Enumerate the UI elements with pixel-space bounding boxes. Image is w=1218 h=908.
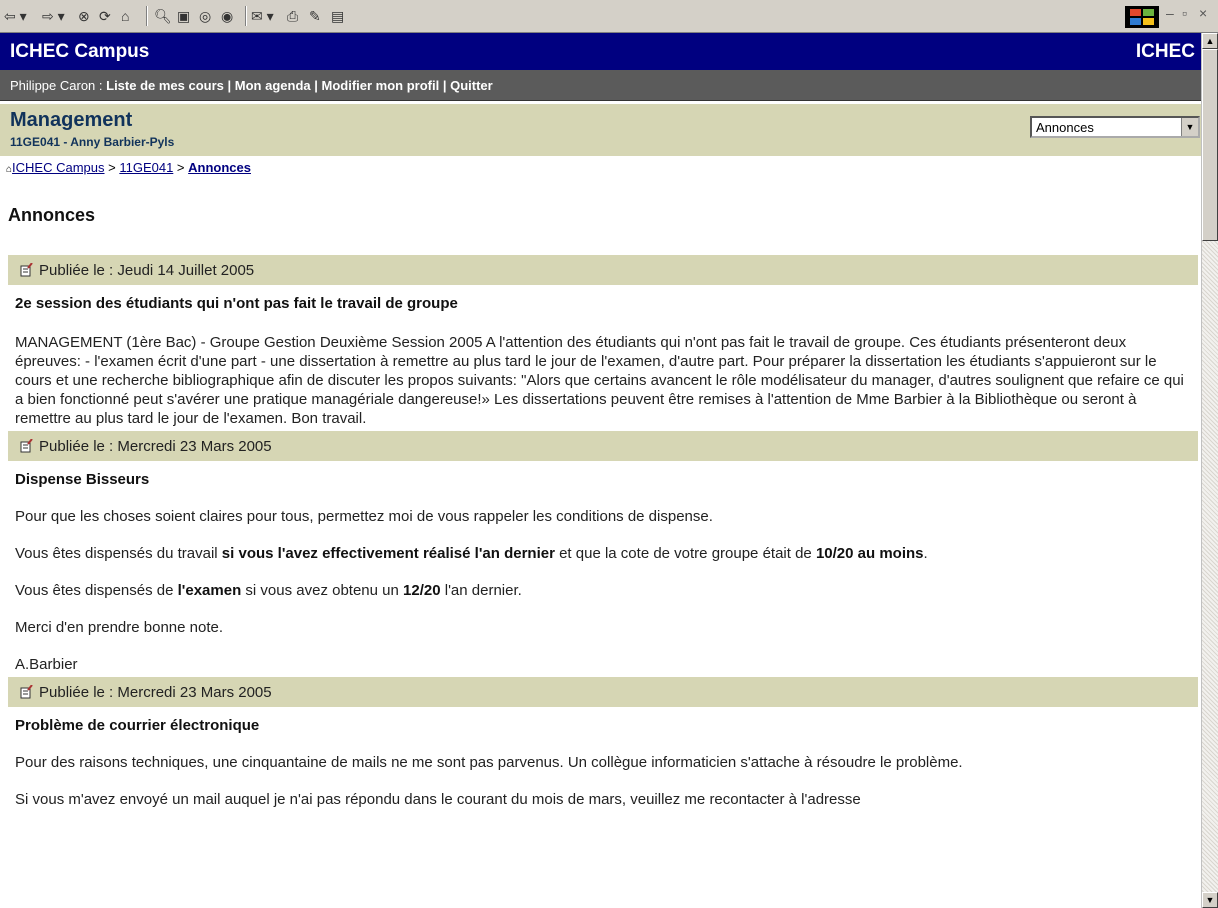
print-icon[interactable]: ⎙: [287, 6, 298, 26]
edit-icon[interactable]: ✎: [309, 6, 321, 26]
announcements-list: Publiée le : Jeudi 14 Juillet 2005 2e se…: [8, 255, 1198, 809]
close-icon[interactable]: ×: [1199, 5, 1207, 21]
announcement-paragraph: Merci d'en prendre bonne note.: [15, 619, 224, 636]
separator: |: [439, 78, 451, 93]
search-icon[interactable]: 🔍︎: [154, 6, 172, 26]
link-logout[interactable]: Quitter: [450, 78, 493, 93]
mail-icon[interactable]: ✉ ▾: [251, 6, 274, 26]
course-bar: Management 11GE041 - Anny Barbier-Pyls A…: [0, 104, 1201, 156]
announcement-body: Pour que les choses soient claires pour …: [8, 507, 1198, 674]
scroll-down-icon[interactable]: ▼: [1202, 892, 1218, 908]
emphasis: 10/20 au moins: [815, 545, 924, 562]
announcement: Publiée le : Mercredi 23 Mars 2005 Probl…: [8, 677, 1198, 809]
announcement-paragraph: MANAGEMENT (1ère Bac) - Groupe Gestion D…: [15, 334, 1184, 427]
browser-toolbar: ⇦ ▾ ⇨ ▾ ⊗ ⟳ ⌂ 🔍︎ ▣ ◎ ◉ ✉ ▾ ⎙ ✎ ▤ – ▫ ×: [0, 0, 1218, 33]
announcement-body: MANAGEMENT (1ère Bac) - Groupe Gestion D…: [8, 333, 1198, 428]
link-agenda[interactable]: Mon agenda: [235, 78, 311, 93]
vertical-scrollbar[interactable]: ▲ ▼: [1201, 33, 1218, 908]
link-course-list[interactable]: Liste de mes cours: [106, 78, 224, 93]
course-title: Management: [10, 109, 133, 131]
announcement-paragraph: Vous êtes dispensés du travail si vous l…: [15, 544, 1191, 563]
brand-label: ICHEC: [1135, 41, 1195, 62]
breadcrumb-separator: >: [173, 160, 189, 175]
announcement-date: Publiée le : Mercredi 23 Mars 2005: [39, 437, 272, 455]
announcement: Publiée le : Mercredi 23 Mars 2005 Dispe…: [8, 431, 1198, 674]
separator: |: [310, 78, 322, 93]
emphasis: 12/20: [403, 582, 441, 599]
announcement-title: 2e session des étudiants qui n'ont pas f…: [15, 295, 458, 312]
announcement-date: Publiée le : Mercredi 23 Mars 2005: [39, 683, 272, 701]
stop-icon[interactable]: ⊗: [78, 6, 90, 26]
text: Vous êtes dispensés du travail: [15, 545, 222, 562]
scrollbar-thumb[interactable]: [1202, 49, 1218, 241]
edit-note-icon: [20, 438, 33, 453]
site-header: ICHEC Campus ICHEC: [0, 33, 1201, 70]
history-icon[interactable]: ◎: [199, 6, 211, 26]
user-bar: Philippe Caron : Liste de mes cours | Mo…: [0, 70, 1201, 101]
announcement-date-bar: Publiée le : Jeudi 14 Juillet 2005: [8, 255, 1198, 285]
windows-logo-icon: [1125, 6, 1159, 28]
breadcrumb-course[interactable]: 11GE041: [119, 160, 173, 175]
scroll-up-icon[interactable]: ▲: [1202, 33, 1218, 49]
favorites-icon[interactable]: ▣: [177, 6, 190, 26]
announcement-date-bar: Publiée le : Mercredi 23 Mars 2005: [8, 677, 1198, 707]
minimize-icon[interactable]: –: [1166, 5, 1174, 21]
announcement-paragraph: Si vous m'avez envoyé un mail auquel je …: [15, 791, 861, 808]
toolbar-separator: [245, 6, 247, 26]
restore-icon[interactable]: ▫: [1182, 5, 1187, 21]
announcement-paragraph: Vous êtes dispensés de l'examen si vous …: [15, 581, 1191, 600]
breadcrumb: ⌂ICHEC Campus > 11GE041 > Annonces: [6, 160, 251, 175]
emphasis: si vous l'avez effectivement réalisé l'a…: [221, 545, 555, 562]
tool-select[interactable]: Annonces ▼: [1030, 116, 1200, 138]
edit-note-icon: [20, 262, 33, 277]
home-icon[interactable]: ⌂: [121, 6, 129, 26]
announcement-title: Problème de courrier électronique: [15, 717, 260, 734]
refresh-icon[interactable]: ⟳: [99, 6, 111, 26]
text: Vous êtes dispensés de: [15, 582, 178, 599]
text: .: [923, 545, 928, 562]
breadcrumb-current[interactable]: Annonces: [188, 160, 251, 175]
discuss-icon[interactable]: ▤: [331, 6, 344, 26]
separator: |: [223, 78, 235, 93]
site-title: ICHEC Campus: [10, 41, 150, 62]
page-title: Annonces: [8, 205, 96, 225]
forward-icon[interactable]: ⇨ ▾: [42, 6, 65, 26]
back-icon[interactable]: ⇦ ▾: [4, 6, 27, 26]
emphasis: l'examen: [177, 582, 242, 599]
announcement: Publiée le : Jeudi 14 Juillet 2005 2e se…: [8, 255, 1198, 428]
breadcrumb-home[interactable]: ICHEC Campus: [12, 160, 104, 175]
chevron-down-icon[interactable]: ▼: [1181, 118, 1198, 136]
text: l'an dernier.: [440, 582, 522, 599]
text: si vous avez obtenu un: [241, 582, 404, 599]
announcement-date-bar: Publiée le : Mercredi 23 Mars 2005: [8, 431, 1198, 461]
edit-note-icon: [20, 684, 33, 699]
text: et que la cote de votre groupe était de: [554, 545, 816, 562]
announcement-signature: A.Barbier: [15, 656, 78, 673]
toolbar-separator: [146, 6, 148, 26]
announcement-paragraph: Pour que les choses soient claires pour …: [15, 508, 713, 525]
course-subtitle: 11GE041 - Anny Barbier-Pyls: [10, 135, 175, 149]
breadcrumb-separator: >: [104, 160, 120, 175]
media-icon[interactable]: ◉: [221, 6, 233, 26]
announcement-paragraph: Pour des raisons techniques, une cinquan…: [15, 754, 963, 771]
tool-select-value: Annonces: [1036, 120, 1094, 135]
announcement-title: Dispense Bisseurs: [15, 471, 150, 488]
announcement-date: Publiée le : Jeudi 14 Juillet 2005: [39, 261, 255, 279]
user-name: Philippe Caron :: [10, 78, 107, 93]
link-edit-profile[interactable]: Modifier mon profil: [322, 78, 440, 93]
announcement-body: Pour des raisons techniques, une cinquan…: [8, 753, 1198, 809]
